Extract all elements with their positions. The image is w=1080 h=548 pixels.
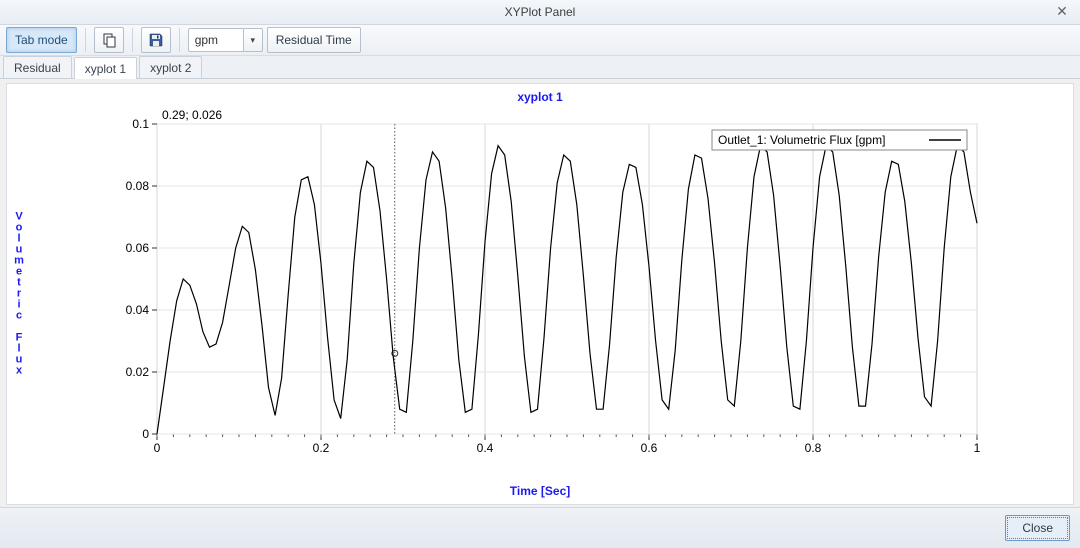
chart-canvas[interactable]: 0 0.2 0.4 0.6 0.8 1 0 0.02 0.04 0.06 0.08 0.1 Outlet… [7, 84, 1071, 504]
tab-label: xyplot 1 [85, 62, 126, 76]
toolbar: Tab mode gpm ▾ Residual Time [0, 25, 1080, 56]
svg-text:0: 0 [142, 427, 149, 441]
plot-tabs: Residual xyplot 1 xyplot 2 [0, 56, 1080, 79]
floppy-disk-icon [148, 32, 164, 48]
tab-residual[interactable]: Residual [3, 56, 72, 78]
copy-button[interactable] [94, 27, 124, 53]
save-button[interactable] [141, 27, 171, 53]
footer: Close [0, 507, 1080, 548]
window-title: XYPlot Panel [505, 5, 576, 19]
svg-text:0.04: 0.04 [126, 303, 150, 317]
tab-label: Residual [14, 61, 61, 75]
svg-text:0.08: 0.08 [126, 179, 150, 193]
svg-text:0.4: 0.4 [477, 441, 494, 455]
residual-time-label: Residual Time [276, 33, 352, 47]
svg-text:0.02: 0.02 [126, 365, 150, 379]
tab-xyplot-1[interactable]: xyplot 1 [74, 57, 137, 79]
toolbar-separator [179, 28, 180, 52]
svg-text:0.1: 0.1 [132, 117, 149, 131]
plot-frame: xyplot 1 0.29; 0.026 Volumetric Flux Tim… [6, 83, 1074, 505]
residual-time-button[interactable]: Residual Time [267, 27, 361, 53]
svg-text:0.06: 0.06 [126, 241, 150, 255]
svg-text:0.8: 0.8 [805, 441, 822, 455]
tab-mode-button[interactable]: Tab mode [6, 27, 77, 53]
units-select-value: gpm [188, 28, 243, 52]
close-button[interactable]: Close [1005, 515, 1070, 541]
toolbar-separator [132, 28, 133, 52]
tab-mode-label: Tab mode [15, 33, 68, 47]
tab-label: xyplot 2 [150, 61, 191, 75]
tab-xyplot-2[interactable]: xyplot 2 [139, 56, 202, 78]
svg-text:0: 0 [154, 441, 161, 455]
window-close-button[interactable]: ✕ [1050, 0, 1074, 24]
copy-icon [101, 32, 117, 48]
close-button-label: Close [1022, 521, 1053, 535]
chevron-down-icon: ▾ [250, 35, 255, 46]
svg-text:0.6: 0.6 [641, 441, 658, 455]
svg-text:1: 1 [974, 441, 981, 455]
svg-text:Outlet_1: Volumetric Flux [gpm: Outlet_1: Volumetric Flux [gpm] [718, 133, 885, 147]
title-bar: XYPlot Panel ✕ [0, 0, 1080, 25]
toolbar-separator [85, 28, 86, 52]
svg-text:0.2: 0.2 [313, 441, 330, 455]
units-select-arrow[interactable]: ▾ [243, 28, 263, 52]
units-select[interactable]: gpm ▾ [188, 28, 263, 52]
